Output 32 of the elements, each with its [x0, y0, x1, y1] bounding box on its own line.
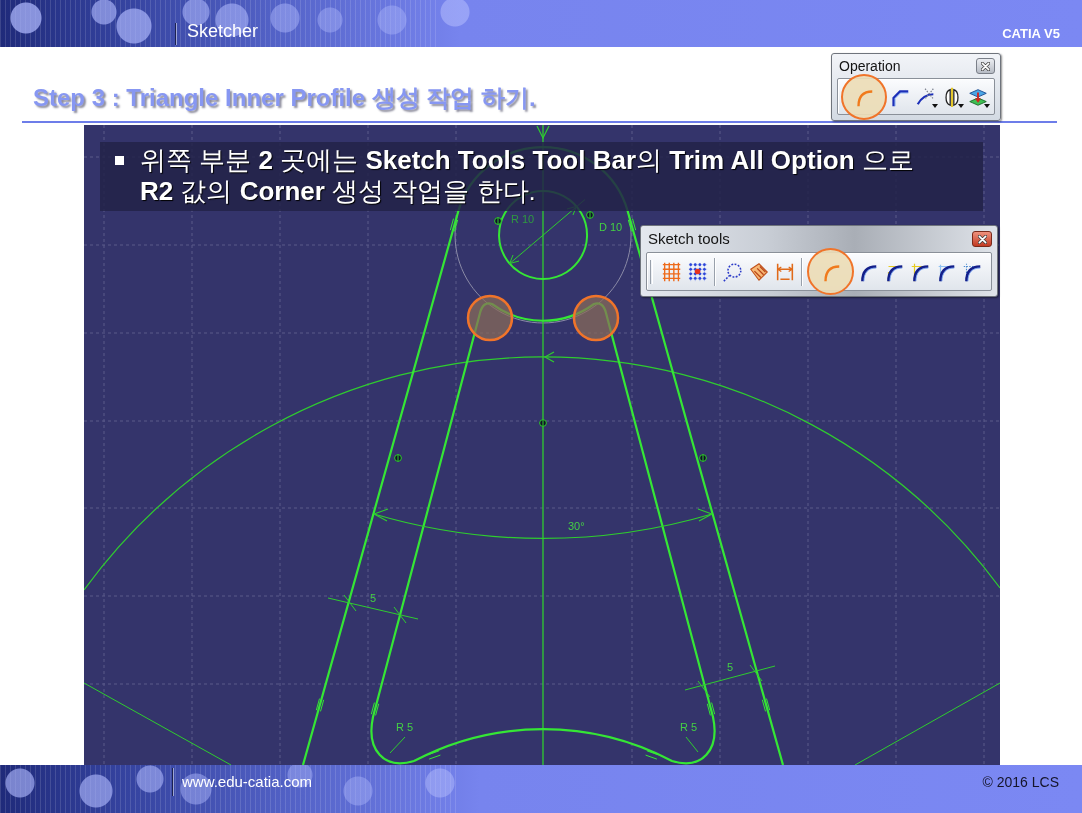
close-button[interactable]	[976, 58, 995, 74]
slide-title: Step 3 : Triangle Inner Profile 생성 작업 하기.	[33, 84, 536, 112]
bullet-icon	[115, 156, 124, 165]
toolbar-title: Operation	[839, 57, 901, 75]
toolbar-title: Sketch tools	[648, 230, 730, 248]
dimension-label: R 5	[396, 721, 414, 733]
dotted-grid-icon	[686, 260, 709, 283]
dimension-label: R 5	[680, 721, 698, 733]
close-icon	[981, 61, 990, 71]
dimension-label: R 10	[511, 213, 535, 225]
dimension-label: 5	[370, 592, 377, 604]
constraint-icon	[494, 217, 502, 225]
constraint-icon	[539, 419, 547, 427]
close-button[interactable]	[972, 231, 992, 247]
toolbar-grip[interactable]	[650, 259, 653, 284]
grid-icon	[660, 260, 683, 283]
copyright-text: © 2016 LCS	[982, 774, 1059, 791]
constraint-icon	[699, 454, 707, 462]
dimension-label: 5	[727, 661, 734, 673]
hatched-shape-icon	[747, 260, 770, 283]
radius-leader	[685, 736, 699, 753]
constraint-icon	[586, 211, 594, 219]
section-title: Sketcher	[187, 20, 259, 42]
constraint-icon	[394, 454, 402, 462]
trim-cross-icon	[914, 85, 937, 108]
radius-leader	[389, 736, 406, 754]
website-url: www.edu-catia.com	[182, 773, 313, 791]
dimension-label: D 10	[599, 221, 623, 233]
product-name: CATIA V5	[1002, 26, 1060, 41]
close-icon	[977, 234, 987, 244]
dimension-label: 30°	[568, 520, 585, 532]
instruction-text: 위쪽 부분 2 곳에는 Sketch Tools Tool Bar의 Trim All Option 으로 R2 값의 Corner 생성 작업을 한다.	[140, 145, 915, 207]
